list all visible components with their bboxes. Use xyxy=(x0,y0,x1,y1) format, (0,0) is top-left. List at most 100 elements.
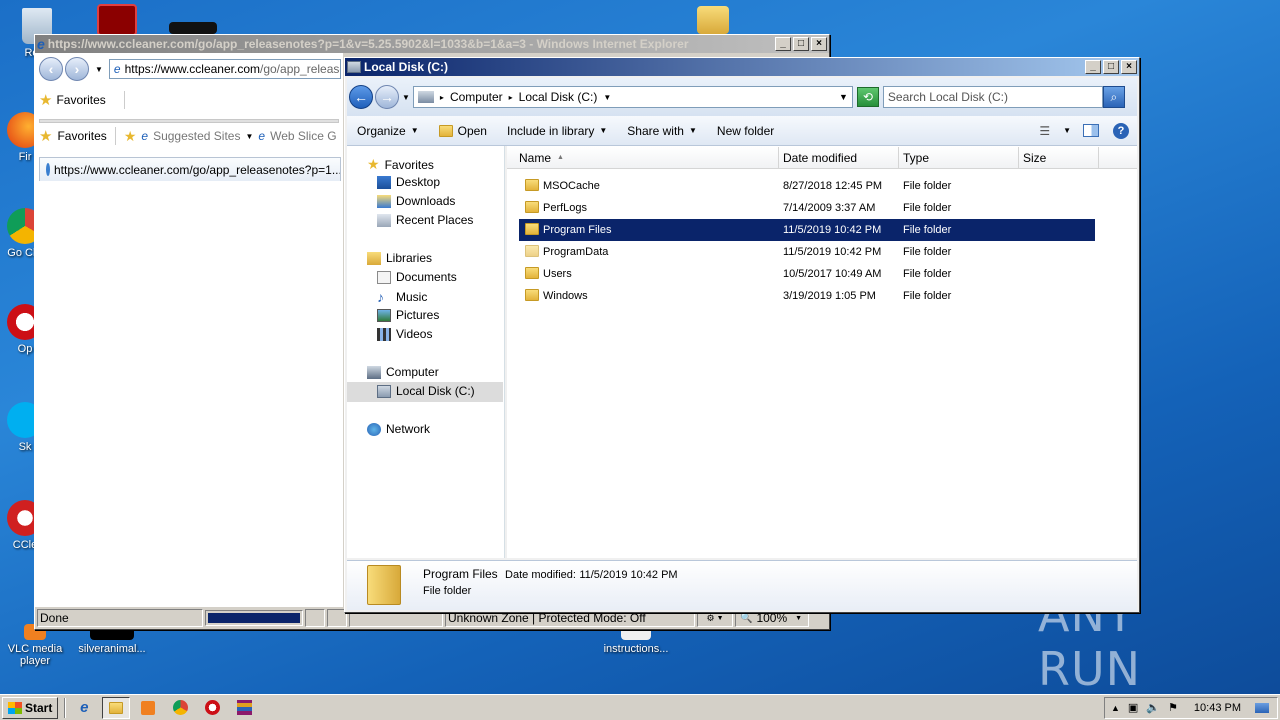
close-button[interactable]: × xyxy=(1121,60,1137,74)
favorites-star-icon: ★ xyxy=(39,128,53,145)
ie-tab[interactable]: https://www.ccleaner.com/go/app_releasen… xyxy=(39,157,341,181)
organize-button[interactable]: Organize ▼ xyxy=(347,124,429,138)
file-date: 11/5/2019 10:42 PM xyxy=(783,224,882,236)
breadcrumb-computer[interactable]: Computer xyxy=(450,90,503,104)
back-button[interactable]: ← xyxy=(349,85,373,109)
drive-icon xyxy=(347,61,361,73)
nav-downloads[interactable]: Downloads xyxy=(377,194,455,208)
table-row[interactable]: Users 10/5/2017 10:49 AM File folder xyxy=(519,263,1095,285)
close-button[interactable]: × xyxy=(811,37,827,51)
clock[interactable]: 10:43 PM xyxy=(1194,702,1241,714)
file-name: ProgramData xyxy=(543,246,609,258)
taskbar: Start e ▲ ▣ 🔈 ⚑ 10:43 PM xyxy=(0,694,1280,720)
nav-favorites[interactable]: ★ Favorites xyxy=(367,156,434,173)
nav-local-disk[interactable]: Local Disk (C:) xyxy=(377,384,475,398)
taskbar-media-player-button[interactable] xyxy=(134,697,162,719)
breadcrumb-local-disk[interactable]: Local Disk (C:) xyxy=(519,90,598,104)
nav-network[interactable]: Network xyxy=(367,422,430,436)
back-button[interactable]: ‹ xyxy=(39,57,63,81)
address-bar[interactable]: e https://www.ccleaner.com/go/app_releas… xyxy=(108,59,341,79)
search-button[interactable]: ⌕ xyxy=(1102,86,1125,108)
add-favorite-icon[interactable]: ★ xyxy=(124,128,137,145)
nav-pictures[interactable]: Pictures xyxy=(377,308,439,322)
view-list-icon: ☰ xyxy=(1039,123,1051,138)
table-row-selected[interactable]: Program Files 11/5/2019 10:42 PM File fo… xyxy=(519,219,1095,241)
taskbar-ie-button[interactable]: e xyxy=(70,697,98,719)
column-header-size[interactable]: Size xyxy=(1019,147,1099,169)
chevron-down-icon[interactable]: ▼ xyxy=(603,93,611,102)
table-row[interactable]: MSOCache 8/27/2018 12:45 PM File folder xyxy=(519,175,1095,197)
address-dropdown-icon[interactable]: ▼ xyxy=(839,92,848,102)
nav-music[interactable]: ♪ Music xyxy=(377,289,427,305)
minimize-button[interactable]: _ xyxy=(1085,60,1101,74)
explorer-titlebar[interactable]: Local Disk (C:) _ □ × xyxy=(345,58,1139,76)
table-row[interactable]: PerfLogs 7/14/2009 3:37 AM File folder xyxy=(519,197,1095,219)
table-row[interactable]: Windows 3/19/2019 1:05 PM File folder xyxy=(519,285,1095,307)
maximize-button[interactable]: □ xyxy=(1103,60,1119,74)
taskbar-opera-button[interactable] xyxy=(198,697,226,719)
table-row[interactable]: ProgramData 11/5/2019 10:42 PM File fold… xyxy=(519,241,1095,263)
preview-pane-button[interactable] xyxy=(1077,124,1105,137)
minimize-button[interactable]: _ xyxy=(775,37,791,51)
forward-button[interactable]: → xyxy=(375,85,399,109)
breadcrumb[interactable]: ▸ Computer ▸ Local Disk (C:) ▼ ▼ xyxy=(412,86,853,108)
search-box[interactable]: Search Local Disk (C:) xyxy=(882,86,1103,108)
column-header-type[interactable]: Type xyxy=(899,147,1019,169)
app-icon xyxy=(169,22,217,34)
taskbar-chrome-button[interactable] xyxy=(166,697,194,719)
suggested-sites-link[interactable]: Suggested Sites xyxy=(153,129,240,143)
opera-icon xyxy=(204,700,220,715)
recent-pages-chevron-icon[interactable]: ▼ xyxy=(402,93,410,102)
nav-computer[interactable]: Computer xyxy=(367,365,439,379)
desktop-icon-label: Fir xyxy=(18,151,32,163)
nav-documents[interactable]: Documents xyxy=(377,270,457,284)
column-header-date[interactable]: Date modified xyxy=(779,147,899,169)
ie-titlebar[interactable]: e https://www.ccleaner.com/go/app_releas… xyxy=(35,35,829,53)
explorer-window[interactable]: Local Disk (C:) _ □ × ← → ▼ ▸ Computer ▸… xyxy=(344,57,1140,613)
chevron-down-icon[interactable]: ▼ xyxy=(95,65,103,74)
web-slice-link[interactable]: Web Slice G xyxy=(270,129,336,143)
status-panel-empty xyxy=(305,609,325,627)
column-label: Name xyxy=(519,150,552,165)
nav-libraries[interactable]: Libraries xyxy=(367,251,432,265)
folder-icon xyxy=(525,223,539,238)
explorer-icon xyxy=(109,701,124,714)
taskbar-explorer-button[interactable] xyxy=(102,696,131,719)
desktop-icon-vlc[interactable]: VLC media player xyxy=(2,624,68,667)
chevron-down-icon[interactable]: ▼ xyxy=(245,132,253,141)
chevron-down-icon: ▼ xyxy=(716,614,724,622)
favorites-button[interactable]: Favorites xyxy=(56,93,105,107)
help-button[interactable]: ? xyxy=(1105,122,1137,139)
chevron-down-icon: ▼ xyxy=(410,126,419,135)
view-options-button[interactable]: ☰ ▼ xyxy=(1033,124,1077,138)
network-tray-icon[interactable]: ▣ xyxy=(1128,701,1138,714)
start-button[interactable]: Start xyxy=(2,696,59,719)
suggested-sites-icon: e xyxy=(141,129,149,143)
new-folder-button[interactable]: New folder xyxy=(707,124,784,138)
command-bar: Organize ▼ Open Include in library ▼ Share… xyxy=(347,116,1137,146)
action-center-flag-icon[interactable]: ⚑ xyxy=(1168,701,1178,714)
maximize-button[interactable]: □ xyxy=(793,37,809,51)
open-label: Open xyxy=(457,123,487,138)
share-with-button[interactable]: Share with ▼ xyxy=(617,124,707,138)
desktop-icon-folder-top[interactable] xyxy=(680,6,746,37)
volume-icon[interactable]: 🔈 xyxy=(1146,701,1160,714)
refresh-button[interactable]: ⟲ xyxy=(856,87,879,107)
column-header-name[interactable]: Name ▲ xyxy=(507,147,779,169)
open-button[interactable]: Open xyxy=(429,124,497,138)
large-folder-icon xyxy=(367,565,401,605)
nav-label: Desktop xyxy=(396,175,441,189)
nav-desktop[interactable]: Desktop xyxy=(377,175,440,189)
include-in-library-button[interactable]: Include in library ▼ xyxy=(497,124,617,138)
show-hidden-icons-button[interactable]: ▲ xyxy=(1111,703,1120,713)
status-text: Done xyxy=(40,611,69,625)
nav-videos[interactable]: Videos xyxy=(377,327,432,341)
zoom-icon: 🔍 xyxy=(740,612,753,624)
ie-page-icon: e xyxy=(113,62,121,76)
nav-recent-places[interactable]: Recent Places xyxy=(377,213,473,227)
show-desktop-button[interactable] xyxy=(1255,702,1269,713)
chevron-down-icon: ▼ xyxy=(599,126,608,135)
taskbar-winrar-button[interactable] xyxy=(230,697,258,719)
forward-button[interactable]: › xyxy=(65,57,89,81)
favorites-bar-button[interactable]: Favorites xyxy=(57,129,106,143)
